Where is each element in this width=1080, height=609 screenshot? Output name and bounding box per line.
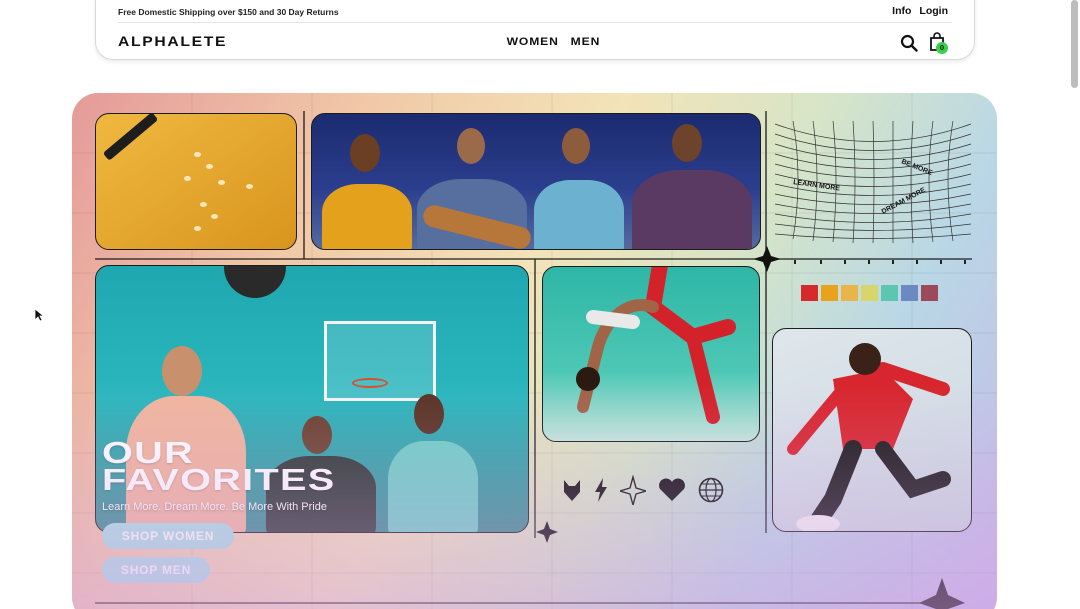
lightning-bolt-icon [595,478,607,502]
shop-men-button[interactable]: SHOP MEN [102,557,210,583]
nav-women[interactable]: WOMEN [507,36,559,48]
athlete-red-jacket [787,343,951,531]
swatch-gold [841,285,858,301]
shipping-notice: Free Domestic Shipping over $150 and 30 … [118,7,339,17]
utility-links: Info Login [892,5,948,17]
artwork-text-be: BE MORE [900,158,933,177]
swatch-red [801,285,818,301]
page-scrollbar[interactable] [1071,0,1078,88]
swatch-teal [881,285,898,301]
person-teal-sweater [534,180,624,249]
swatch-orange [821,285,838,301]
yoga-pose-photo [542,266,760,442]
player-teal-tank [388,441,478,532]
swatch-lime [861,285,878,301]
player-head [162,346,202,396]
hero-title: OUR FAVORITES [102,437,336,497]
brand-logo[interactable]: ALPHALETE [118,33,227,49]
person-head [672,124,702,162]
red-jacket-athlete-photo [772,328,972,532]
heart-icon [659,478,685,501]
person-purple-sweater [632,170,752,249]
person-head [457,128,485,164]
sparkle-icon [620,475,646,505]
nav-men[interactable]: MEN [571,36,601,48]
swatch-blue [901,285,918,301]
hero-subtitle: Learn More. Dream More. Be More With Pri… [102,501,327,513]
zipper-graphic [102,114,159,161]
cart-count-badge: 0 [936,42,948,54]
person-yellow-hoodie [322,184,412,249]
color-swatches [801,285,938,301]
backboard-graphic [324,321,436,401]
globe-icon [698,477,724,503]
athlete-red-leggings [576,267,736,424]
player-head [414,394,444,434]
login-link[interactable]: Login [919,5,948,17]
shop-women-button[interactable]: SHOP WOMEN [102,523,234,549]
search-icon[interactable] [900,34,918,52]
main-nav: WOMEN MEN [507,36,601,48]
warped-grid-artwork: LEARN MORE BE MORE DREAM MORE [774,120,972,244]
hoop-graphic [352,378,388,388]
person-head [350,134,380,172]
brand-icon-row [562,475,724,505]
ruler-graphic [794,260,966,264]
wolf-head-icon [564,480,580,501]
basketball-graphic [224,266,286,298]
group-guitar-photo [311,113,761,250]
swatch-wine [921,285,938,301]
info-link[interactable]: Info [892,5,911,17]
hero-title-line2: FAVORITES [102,462,336,497]
announcement-bar: Free Domestic Shipping over $150 and 30 … [118,1,952,23]
mouse-cursor-icon [34,308,44,322]
jacket-detail-photo [95,113,297,250]
person-head [562,128,590,164]
hero-banner: LEARN MORE BE MORE DREAM MORE OUR FAVORI… [72,93,997,609]
site-header: Free Domestic Shipping over $150 and 30 … [95,0,975,60]
